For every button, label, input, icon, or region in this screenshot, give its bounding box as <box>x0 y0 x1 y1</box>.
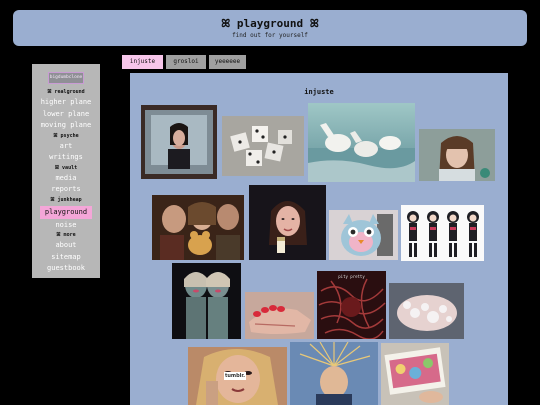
site-subtitle: find out for yourself <box>232 32 308 39</box>
nav-section-more: ꕤ more <box>56 232 76 238</box>
thumb-kids-teddy[interactable] <box>152 195 244 260</box>
nav-section-junkheap: ꕤ junkheap <box>50 196 82 203</box>
tumblr-watermark: tumblr. <box>224 372 246 380</box>
tab-grosloi[interactable]: grosloi <box>166 55 206 69</box>
thumb-painted-nails[interactable] <box>245 292 314 339</box>
gallery-panel: injuste pity pretty tumblr. <box>130 73 508 405</box>
nav-link-moving-plane[interactable]: moving plane <box>32 120 100 132</box>
nav-link-reports[interactable]: reports <box>32 184 100 196</box>
nav-link-media[interactable]: media <box>32 173 100 185</box>
thumb-white-horses[interactable] <box>308 103 415 182</box>
nav-section-realground: ꕤ realground <box>47 89 85 95</box>
gallery-title: injuste <box>304 88 334 96</box>
album-cover-label: pity pretty <box>338 274 365 279</box>
nav-section-vault: ꕤ vault <box>54 164 78 171</box>
thumb-dice[interactable] <box>222 116 304 176</box>
nav-section-psyche: ꕤ psyche <box>53 132 79 139</box>
tab-injuste[interactable]: injuste <box>122 55 163 69</box>
tab-yeeeeee[interactable]: yeeeeee <box>209 55 246 69</box>
nav-link-noise[interactable]: noise <box>32 220 100 232</box>
thumb-soapy-hands[interactable] <box>389 283 464 339</box>
site-logo[interactable]: bigdumbclone <box>48 72 84 84</box>
thumb-picture-book[interactable] <box>381 343 449 405</box>
thumb-furby[interactable] <box>329 210 398 260</box>
sidebar-nav: bigdumbclone ꕤ realground higher plane l… <box>32 64 100 278</box>
nav-link-writings[interactable]: writings <box>32 152 100 164</box>
nav-link-guestbook[interactable]: guestbook <box>32 263 100 275</box>
nav-link-art[interactable]: art <box>32 141 100 153</box>
site-header: ꕤ playground ꕤ find out for yourself <box>13 10 527 46</box>
thumb-anime-girls[interactable] <box>401 205 484 261</box>
thumb-girl-bangs[interactable] <box>419 129 495 181</box>
nav-link-about[interactable]: about <box>32 240 100 252</box>
thumb-woman-portrait[interactable] <box>249 185 326 260</box>
site-title: ꕤ playground ꕤ <box>221 17 319 30</box>
thumb-static-hair[interactable] <box>290 342 378 405</box>
nav-link-playground[interactable]: playground <box>40 205 92 219</box>
nav-link-lower-plane[interactable]: lower plane <box>32 109 100 121</box>
thumb-crying-girl[interactable]: tumblr. <box>188 347 287 405</box>
thumb-album-cover[interactable]: pity pretty <box>317 271 386 339</box>
nav-link-higher-plane[interactable]: higher plane <box>32 97 100 109</box>
thumb-painted-twins[interactable] <box>172 263 241 339</box>
thumb-girl-on-tv[interactable] <box>141 105 217 179</box>
nav-link-sitemap[interactable]: sitemap <box>32 252 100 264</box>
